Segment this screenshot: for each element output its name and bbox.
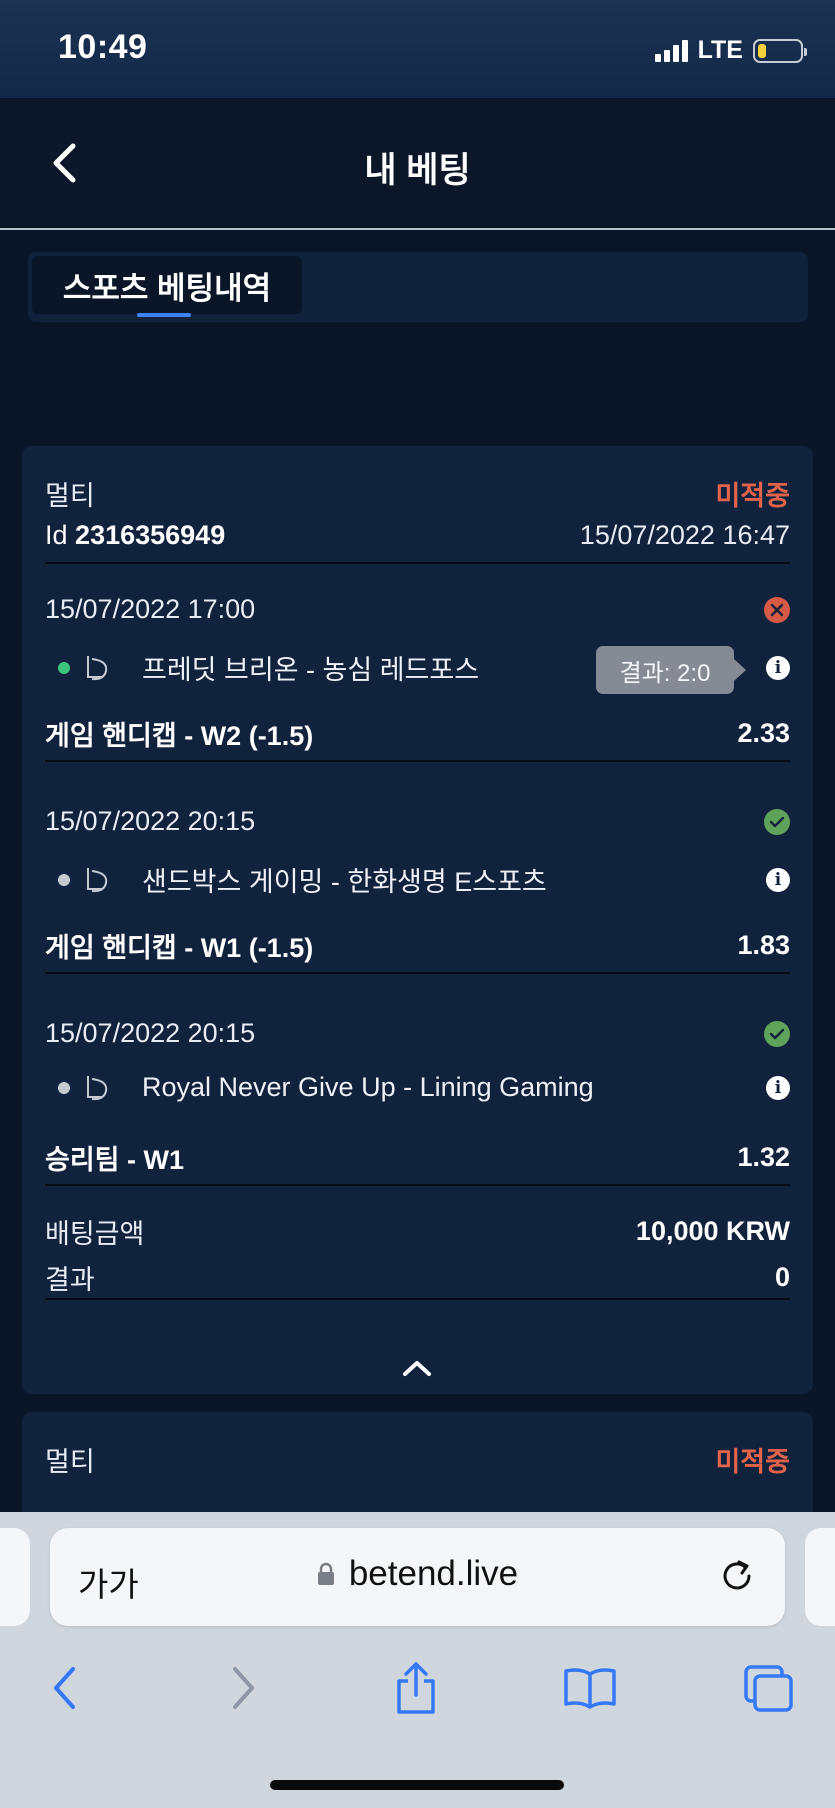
selection-market-row: 게임 핸디캡 - W1 (-1.5) 1.83 (45, 926, 790, 965)
divider (45, 1298, 790, 1300)
lol-game-icon (87, 655, 108, 680)
selection-match: Royal Never Give Up - Lining Gaming i (58, 1072, 790, 1103)
info-icon[interactable]: i (766, 867, 790, 892)
book-icon (564, 1668, 616, 1709)
share-button[interactable] (386, 1658, 446, 1718)
bet-id-value: 2316356949 (75, 520, 226, 550)
bet-type: 멀티 (45, 1447, 95, 1477)
match-name: Royal Never Give Up - Lining Gaming (142, 1072, 594, 1102)
bet-id-label: Id (45, 520, 68, 550)
bet-status: 미적중 (715, 1447, 790, 1477)
address-bar[interactable]: 가가 betend.live (50, 1528, 785, 1626)
lost-x-icon (764, 596, 790, 623)
tab-bar: 스포츠 베팅내역 (28, 252, 808, 322)
bet-card-header: 멀티 미적중 (45, 1440, 790, 1479)
battery-icon (753, 38, 807, 63)
tab-sports-bets[interactable]: 스포츠 베팅내역 (32, 256, 302, 317)
odds: 1.83 (737, 930, 790, 960)
selection-date: 15/07/2022 17:00 (45, 594, 256, 624)
result-row: 결과 0 (45, 1258, 790, 1297)
divider (45, 562, 790, 564)
url-text: betend.live (348, 1554, 519, 1593)
odds: 2.33 (737, 718, 790, 748)
status-indicators: LTE (654, 36, 807, 65)
status-dot (58, 661, 70, 674)
bet-placed-at: 15/07/2022 16:47 (579, 520, 790, 550)
browser-back-button[interactable] (34, 1658, 94, 1718)
info-icon[interactable]: i (766, 655, 790, 680)
network-label: LTE (697, 36, 743, 64)
stake-label: 배팅금액 (45, 1219, 145, 1249)
url-display: betend.live (50, 1554, 785, 1594)
result-tooltip: 결과: 2:0 (596, 646, 746, 694)
bet-meta: Id 2316356949 15/07/2022 16:47 (45, 520, 790, 551)
page-title: 내 베팅 (364, 151, 471, 190)
previous-tab-preview[interactable] (0, 1528, 30, 1626)
match-name: 샌드박스 게이밍 - 한화생명 E스포츠 (142, 867, 547, 897)
selection-date: 15/07/2022 20:15 (45, 806, 256, 836)
collapse-button[interactable] (392, 1348, 442, 1388)
bet-card: 멀티 미적중 Id 2316356949 15/07/2022 16:47 15… (22, 446, 813, 1394)
selection-date-row: 15/07/2022 20:15 (45, 1018, 790, 1049)
stake-value: 10,000 KRW (635, 1216, 790, 1246)
status-dot (58, 873, 70, 886)
result-label: 결과 (45, 1265, 95, 1295)
selection-market-row: 게임 핸디캡 - W2 (-1.5) 2.33 (45, 714, 790, 753)
result-value: 0 (774, 1262, 790, 1292)
bet-card-header: 멀티 미적중 (45, 474, 790, 513)
reload-icon[interactable] (717, 1556, 757, 1596)
bet-id: Id 2316356949 (45, 520, 225, 551)
tab-label: 스포츠 베팅내역 (62, 270, 272, 306)
lock-icon (317, 1562, 334, 1585)
info-icon[interactable]: i (766, 1075, 790, 1100)
selection-date: 15/07/2022 20:15 (45, 1018, 256, 1048)
tabs-icon (744, 1665, 793, 1712)
market-name: 게임 핸디캡 - W1 (-1.5) (45, 933, 314, 963)
app-header: 내 베팅 (0, 98, 835, 230)
divider (45, 760, 790, 762)
divider (45, 972, 790, 974)
selection-market-row: 승리팀 - W1 1.32 (45, 1138, 790, 1177)
odds: 1.32 (737, 1142, 790, 1172)
chevron-left-icon (54, 1667, 75, 1709)
browser-toolbar (0, 1648, 835, 1738)
chevron-up-icon (403, 1361, 431, 1376)
status-bar: 10:49 LTE (0, 0, 835, 98)
browser-forward-button[interactable] (214, 1658, 274, 1718)
browser-chrome: 가가 betend.live (0, 1512, 835, 1808)
chevron-right-icon (233, 1667, 254, 1709)
selection-date-row: 15/07/2022 20:15 (45, 806, 790, 837)
tabs-button[interactable] (738, 1658, 798, 1718)
tab-active-indicator (137, 313, 191, 317)
selection-match: 샌드박스 게이밍 - 한화생명 E스포츠 i (58, 860, 790, 899)
market-name: 게임 핸디캡 - W2 (-1.5) (45, 721, 314, 751)
market-name: 승리팀 - W1 (45, 1145, 185, 1175)
won-check-icon (764, 1020, 790, 1047)
bookmarks-button[interactable] (560, 1658, 620, 1718)
home-indicator (270, 1780, 564, 1790)
share-icon (397, 1662, 435, 1714)
lol-game-icon (87, 867, 108, 892)
status-time: 10:49 (58, 28, 148, 66)
lol-game-icon (87, 1075, 108, 1100)
next-tab-preview[interactable] (805, 1528, 835, 1626)
bet-type: 멀티 (45, 481, 95, 511)
won-check-icon (764, 808, 790, 835)
bet-status: 미적중 (715, 481, 790, 511)
signal-icon (654, 39, 688, 62)
divider (45, 1184, 790, 1186)
selection-date-row: 15/07/2022 17:00 (45, 594, 790, 625)
status-dot (58, 1081, 70, 1094)
stake-row: 배팅금액 10,000 KRW (45, 1212, 790, 1251)
